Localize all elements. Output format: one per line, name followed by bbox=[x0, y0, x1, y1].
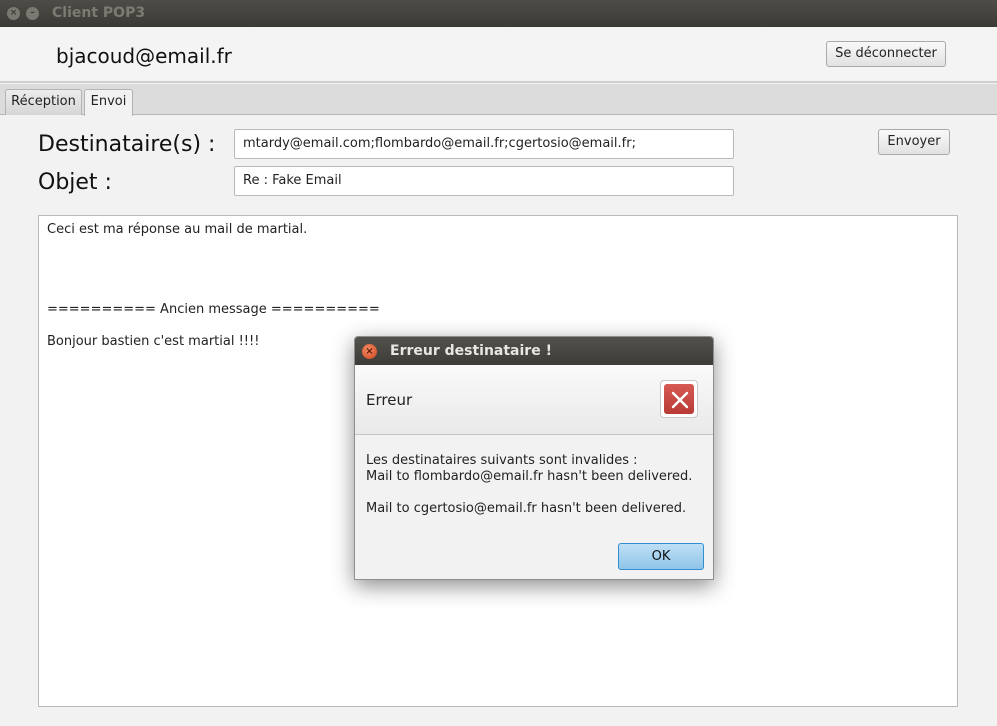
dialog-header: Erreur bbox=[355, 365, 713, 435]
ok-button[interactable]: OK bbox=[618, 543, 704, 570]
tab-reception[interactable]: Réception bbox=[5, 89, 82, 115]
body-line: ========== Ancien message ========== bbox=[47, 302, 380, 317]
dialog-message: Les destinataires suivants sont invalide… bbox=[366, 453, 692, 517]
recipients-input[interactable]: mtardy@email.com;flombardo@email.fr;cger… bbox=[234, 129, 734, 159]
error-dialog: × Erreur destinataire ! Erreur Les desti… bbox=[354, 336, 714, 580]
dialog-message-line bbox=[366, 485, 692, 501]
body-line: Bonjour bastien c'est martial !!!! bbox=[47, 334, 260, 349]
send-button[interactable]: Envoyer bbox=[878, 129, 950, 155]
subject-label: Objet : bbox=[38, 170, 112, 195]
dialog-title-bar: × Erreur destinataire ! bbox=[355, 337, 713, 365]
dialog-close-button[interactable]: × bbox=[362, 344, 377, 359]
window-minimize-button[interactable]: – bbox=[26, 7, 39, 20]
app-window: × – Client POP3 bjacoud@email.fr Se déco… bbox=[0, 0, 997, 726]
dialog-message-line: Mail to cgertosio@email.fr hasn't been d… bbox=[366, 501, 687, 516]
subject-input[interactable]: Re : Fake Email bbox=[234, 166, 734, 196]
title-bar: × – Client POP3 bbox=[0, 0, 997, 27]
dialog-message-line: Les destinataires suivants sont invalide… bbox=[366, 453, 638, 468]
error-x-icon bbox=[660, 380, 698, 418]
dialog-header-text: Erreur bbox=[366, 391, 413, 409]
window-title: Client POP3 bbox=[52, 5, 146, 21]
window-close-button[interactable]: × bbox=[7, 7, 20, 20]
body-line: Ceci est ma réponse au mail de martial. bbox=[47, 222, 308, 237]
dialog-message-line: Mail to flombardo@email.fr hasn't been d… bbox=[366, 469, 693, 484]
dialog-title: Erreur destinataire ! bbox=[390, 343, 552, 359]
tab-envoi[interactable]: Envoi bbox=[84, 89, 133, 116]
user-email: bjacoud@email.fr bbox=[56, 44, 232, 68]
tab-bar: Réception Envoi bbox=[0, 84, 997, 116]
account-header: bjacoud@email.fr Se déconnecter bbox=[0, 27, 997, 83]
recipients-label: Destinataire(s) : bbox=[38, 132, 216, 157]
logout-button[interactable]: Se déconnecter bbox=[826, 41, 946, 67]
